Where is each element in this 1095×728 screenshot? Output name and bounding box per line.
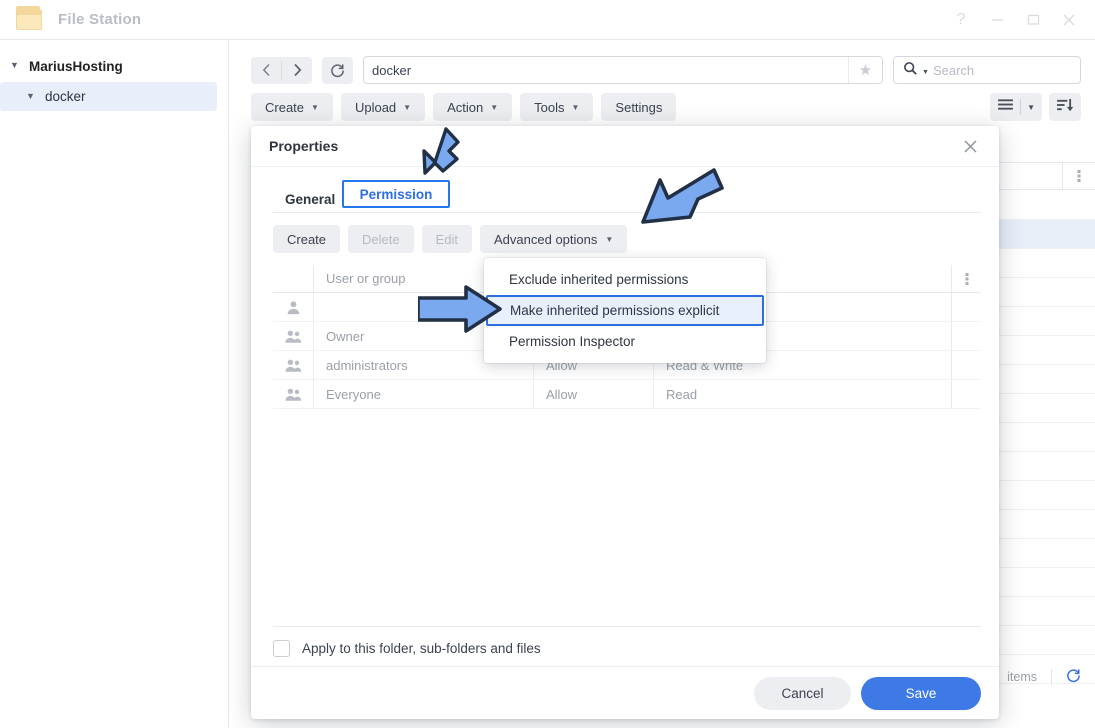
view-mode-button[interactable]: ▼	[990, 93, 1042, 121]
sort-button[interactable]	[1049, 93, 1081, 121]
menu-item-label: Make inherited permissions explicit	[510, 303, 719, 318]
sidebar-item-label: MariusHosting	[29, 59, 123, 74]
upload-button[interactable]: Upload ▼	[341, 93, 425, 121]
menu-item-label: Permission Inspector	[509, 334, 635, 349]
group-icon	[273, 358, 313, 373]
advanced-options-button[interactable]: Advanced options ▼	[480, 225, 627, 253]
permission-create-button[interactable]: Create	[273, 225, 340, 253]
sidebar-item-docker[interactable]: ▼ docker	[0, 82, 217, 111]
column-options-icon[interactable]	[951, 265, 981, 292]
dialog-title: Properties	[269, 138, 338, 154]
group-icon	[273, 387, 313, 402]
button-label: Tools	[534, 100, 564, 115]
window-titlebar: File Station ?	[0, 0, 1095, 40]
user-icon	[273, 300, 313, 315]
close-icon[interactable]	[959, 135, 981, 157]
permission-edit-button[interactable]: Edit	[422, 225, 472, 253]
chevron-down-icon: ▼	[403, 103, 411, 112]
star-icon[interactable]: ★	[848, 57, 882, 83]
settings-button[interactable]: Settings	[601, 93, 676, 121]
menu-item-permission-inspector[interactable]: Permission Inspector	[484, 326, 766, 357]
actions-divider	[251, 666, 999, 667]
menu-item-make-inherited-permissions-explicit[interactable]: Make inherited permissions explicit	[486, 295, 764, 326]
tools-button[interactable]: Tools ▼	[520, 93, 593, 121]
chevron-down-icon[interactable]: ▼	[922, 69, 929, 76]
item-count-label: items	[1007, 670, 1037, 684]
list-view-icon	[997, 98, 1014, 116]
properties-dialog: Properties General Permission Create Del…	[251, 126, 999, 719]
maximize-icon[interactable]	[1017, 5, 1049, 35]
app-title: File Station	[58, 11, 141, 28]
apply-recursive-row: Apply to this folder, sub-folders and fi…	[273, 640, 541, 657]
button-label: Delete	[362, 232, 400, 247]
minimize-icon[interactable]	[981, 5, 1013, 35]
column-options-icon[interactable]	[1063, 163, 1095, 189]
forward-button[interactable]	[282, 57, 312, 84]
menu-item-exclude-inherited-permissions[interactable]: Exclude inherited permissions	[484, 264, 766, 295]
tab-general[interactable]: General	[273, 187, 347, 213]
cancel-button[interactable]: Cancel	[754, 677, 851, 710]
create-button[interactable]: Create ▼	[251, 93, 333, 121]
tab-permission[interactable]: Permission	[342, 180, 450, 208]
sidebar-item-label: docker	[45, 89, 86, 104]
chevron-down-icon: ▼	[572, 103, 580, 112]
search-input[interactable]: ▼ Search	[893, 56, 1081, 84]
button-label: Settings	[615, 100, 662, 115]
advanced-options-menu: Exclude inherited permissions Make inher…	[484, 258, 766, 363]
back-button[interactable]	[251, 57, 281, 84]
permission-toolbar: Create Delete Edit Advanced options ▼	[251, 213, 999, 253]
folder-icon	[16, 9, 42, 30]
footer-divider	[273, 626, 981, 627]
toolbar-right-group: ▼	[990, 93, 1081, 121]
search-icon	[903, 61, 918, 79]
apply-recursive-checkbox[interactable]	[273, 640, 290, 657]
chevron-down-icon: ▼	[311, 103, 319, 112]
refresh-button[interactable]	[322, 57, 353, 84]
menu-item-label: Exclude inherited permissions	[509, 272, 688, 287]
navigation-bar: docker ★ ▼ Search	[229, 40, 1095, 84]
dialog-actions: Cancel Save	[754, 677, 981, 710]
dialog-header: Properties	[251, 126, 999, 167]
button-label: Create	[265, 100, 304, 115]
button-label: Create	[287, 232, 326, 247]
button-label: Action	[447, 100, 483, 115]
table-row[interactable]: Everyone Allow Read	[273, 380, 981, 409]
path-value: docker	[372, 63, 411, 78]
action-button[interactable]: Action ▼	[433, 93, 512, 121]
chevron-down-icon: ▼	[490, 103, 498, 112]
main-toolbar: Create ▼ Upload ▼ Action ▼ Tools ▼ Settings	[229, 84, 1095, 121]
permission-delete-button[interactable]: Delete	[348, 225, 414, 253]
group-icon	[273, 329, 313, 344]
help-icon[interactable]: ?	[945, 5, 977, 35]
save-button[interactable]: Save	[861, 677, 981, 710]
sidebar-item-mariushosting[interactable]: ▼ MariusHosting	[0, 52, 228, 80]
button-label: Edit	[436, 232, 458, 247]
search-placeholder: Search	[933, 63, 974, 78]
window-controls: ?	[945, 5, 1095, 35]
apply-recursive-label: Apply to this folder, sub-folders and fi…	[302, 641, 541, 656]
sort-descending-icon	[1056, 98, 1074, 117]
close-icon[interactable]	[1053, 5, 1085, 35]
refresh-icon[interactable]	[1066, 668, 1081, 687]
button-label: Advanced options	[494, 232, 597, 247]
chevron-down-icon: ▼	[605, 235, 613, 244]
chevron-down-icon: ▼	[26, 91, 39, 101]
path-input[interactable]: docker ★	[363, 56, 883, 84]
nav-history-group	[251, 57, 312, 84]
chevron-down-icon[interactable]: ▼	[1027, 103, 1035, 112]
cell-user: Everyone	[313, 380, 533, 408]
button-label: Upload	[355, 100, 396, 115]
chevron-down-icon: ▼	[10, 60, 23, 70]
file-station-window: File Station ? ▼ MariusHosting ▼ docker	[0, 0, 1095, 728]
sidebar: ▼ MariusHosting ▼ docker	[0, 40, 229, 728]
cell-permission: Read	[653, 380, 951, 408]
cell-type: Allow	[533, 380, 653, 408]
